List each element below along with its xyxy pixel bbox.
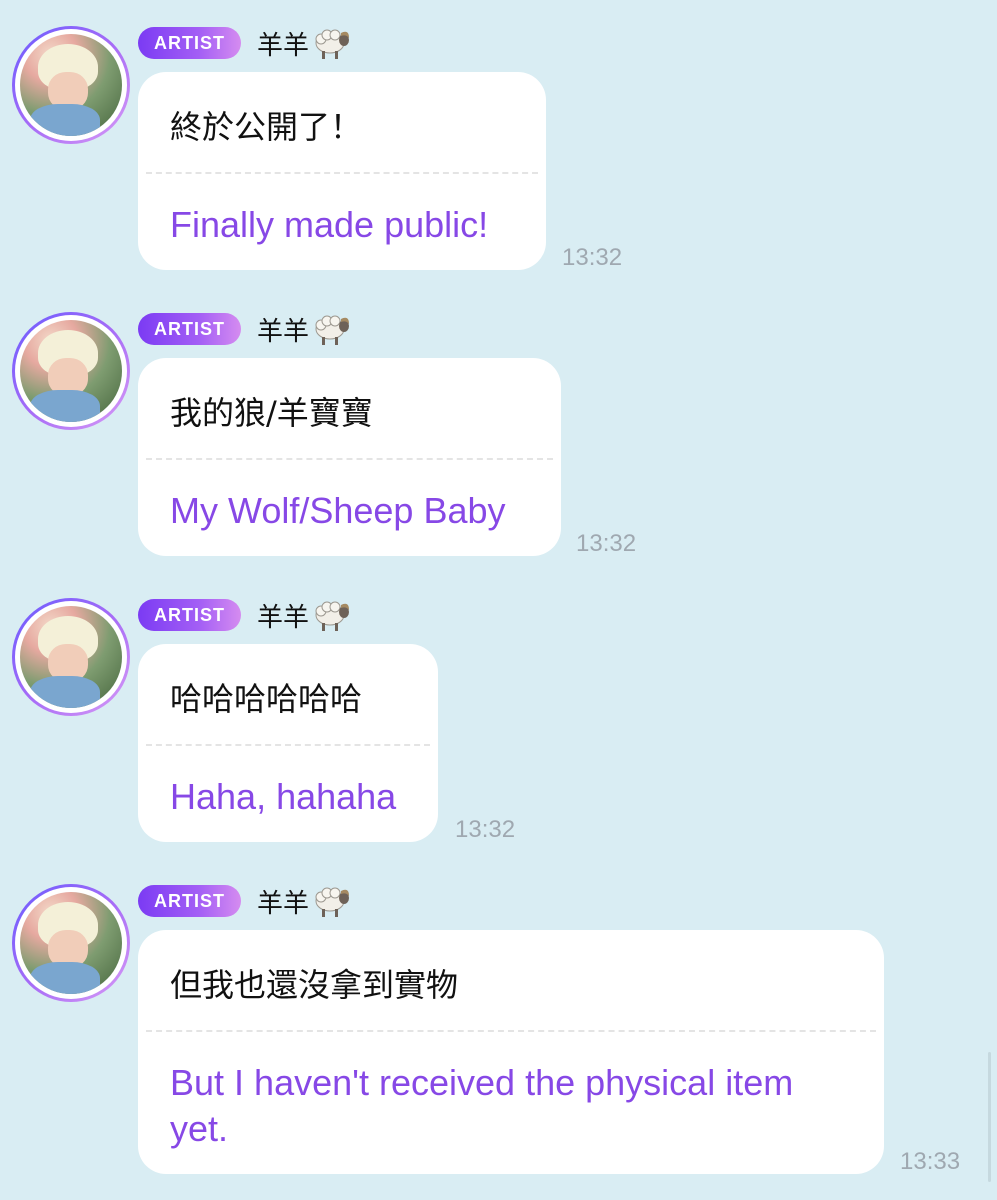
timestamp: 13:32 bbox=[562, 244, 623, 271]
avatar[interactable] bbox=[12, 598, 130, 716]
message-bubble[interactable]: 我的狼/羊寶寶 My Wolf/Sheep Baby bbox=[138, 358, 561, 556]
sender-name: 羊羊 bbox=[257, 30, 310, 61]
sender-name: 羊羊 bbox=[257, 602, 310, 633]
sender-name-row: 羊羊 bbox=[257, 311, 351, 348]
avatar[interactable] bbox=[12, 884, 130, 1002]
sender-name-row: 羊羊 bbox=[257, 25, 351, 62]
message-bubble[interactable]: 哈哈哈哈哈哈 Haha, hahaha bbox=[138, 644, 438, 842]
timestamp: 13:33 bbox=[900, 1148, 961, 1175]
sheep-icon bbox=[313, 26, 351, 60]
avatar[interactable] bbox=[12, 312, 130, 430]
artist-badge: ARTIST bbox=[138, 885, 241, 917]
original-text: 哈哈哈哈哈哈 bbox=[170, 680, 363, 718]
artist-badge: ARTIST bbox=[138, 599, 241, 631]
translation-text: My Wolf/Sheep Baby bbox=[170, 490, 506, 531]
sheep-icon bbox=[313, 598, 351, 632]
message-header: ARTIST 羊羊 bbox=[138, 25, 351, 62]
artist-badge: ARTIST bbox=[138, 313, 241, 345]
scrollbar[interactable] bbox=[988, 1052, 991, 1182]
message-header: ARTIST 羊羊 bbox=[138, 883, 351, 920]
sender-name-row: 羊羊 bbox=[257, 597, 351, 634]
avatar[interactable] bbox=[12, 26, 130, 144]
timestamp: 13:32 bbox=[455, 816, 516, 843]
sender-name: 羊羊 bbox=[257, 316, 310, 347]
sender-name: 羊羊 bbox=[257, 888, 310, 919]
translation-text: But I haven't received the physical item… bbox=[170, 1062, 794, 1149]
original-text: 我的狼/羊寶寶 bbox=[170, 394, 373, 432]
translation-text: Haha, hahaha bbox=[170, 776, 397, 817]
original-text: 終於公開了！ bbox=[170, 108, 363, 146]
timestamp: 13:32 bbox=[576, 530, 637, 557]
sender-name-row: 羊羊 bbox=[257, 883, 351, 920]
translation-text: Finally made public! bbox=[170, 204, 489, 245]
message-bubble[interactable]: 終於公開了！ Finally made public! bbox=[138, 72, 546, 270]
sheep-icon bbox=[313, 884, 351, 918]
message-bubble[interactable]: 但我也還沒拿到實物 But I haven't received the phy… bbox=[138, 930, 884, 1174]
message-header: ARTIST 羊羊 bbox=[138, 597, 351, 634]
message-header: ARTIST 羊羊 bbox=[138, 311, 351, 348]
sheep-icon bbox=[313, 312, 351, 346]
original-text: 但我也還沒拿到實物 bbox=[170, 966, 459, 1004]
artist-badge: ARTIST bbox=[138, 27, 241, 59]
